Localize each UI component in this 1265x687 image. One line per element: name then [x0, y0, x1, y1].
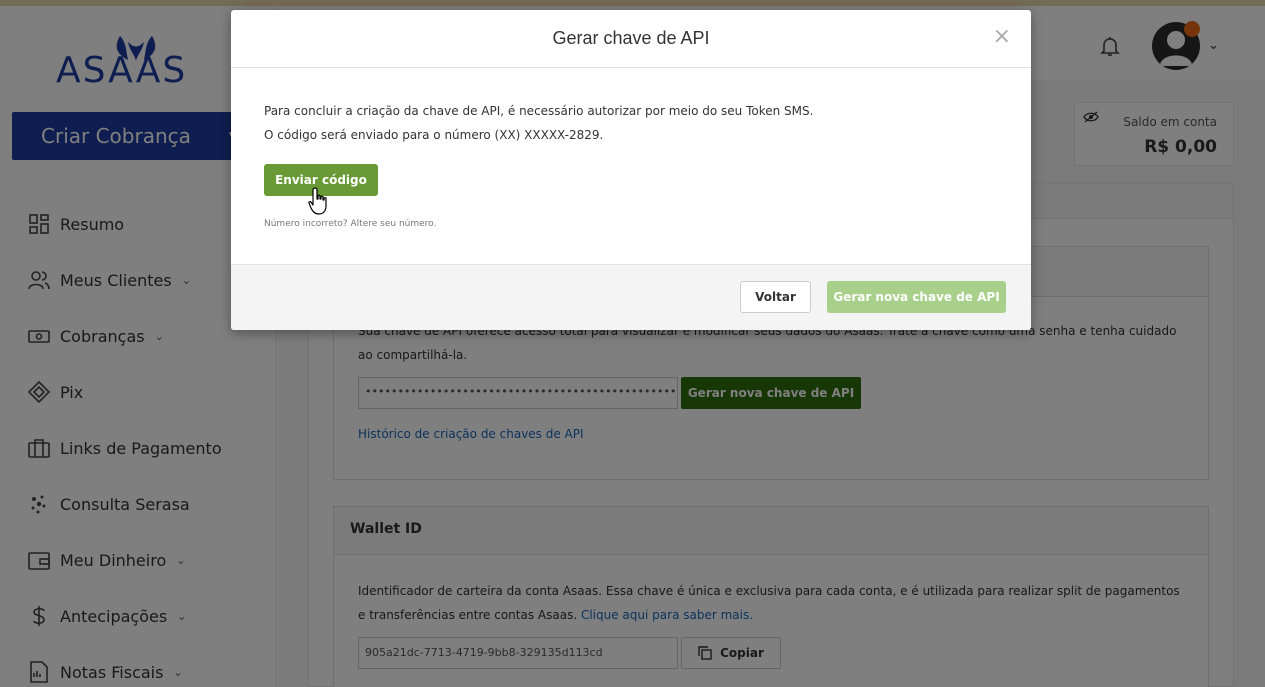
close-icon[interactable]: × — [993, 26, 1011, 48]
generate-new-key-button[interactable]: Gerar nova chave de API — [827, 281, 1006, 313]
change-number-hint[interactable]: Número incorreto? Altere seu número. — [264, 219, 436, 229]
hand-cursor-icon — [308, 187, 327, 215]
generate-api-key-modal: Gerar chave de API × Para concluir a cri… — [231, 10, 1031, 330]
modal-footer: Voltar Gerar nova chave de API — [231, 264, 1031, 330]
modal-phone-info: O código será enviado para o número (XX)… — [264, 128, 604, 142]
back-button[interactable]: Voltar — [740, 281, 811, 313]
modal-header: Gerar chave de API × — [231, 10, 1031, 68]
modal-title: Gerar chave de API — [552, 28, 710, 48]
modal-body: Para concluir a criação da chave de API,… — [231, 68, 1031, 264]
modal-instruction: Para concluir a criação da chave de API,… — [264, 104, 814, 118]
